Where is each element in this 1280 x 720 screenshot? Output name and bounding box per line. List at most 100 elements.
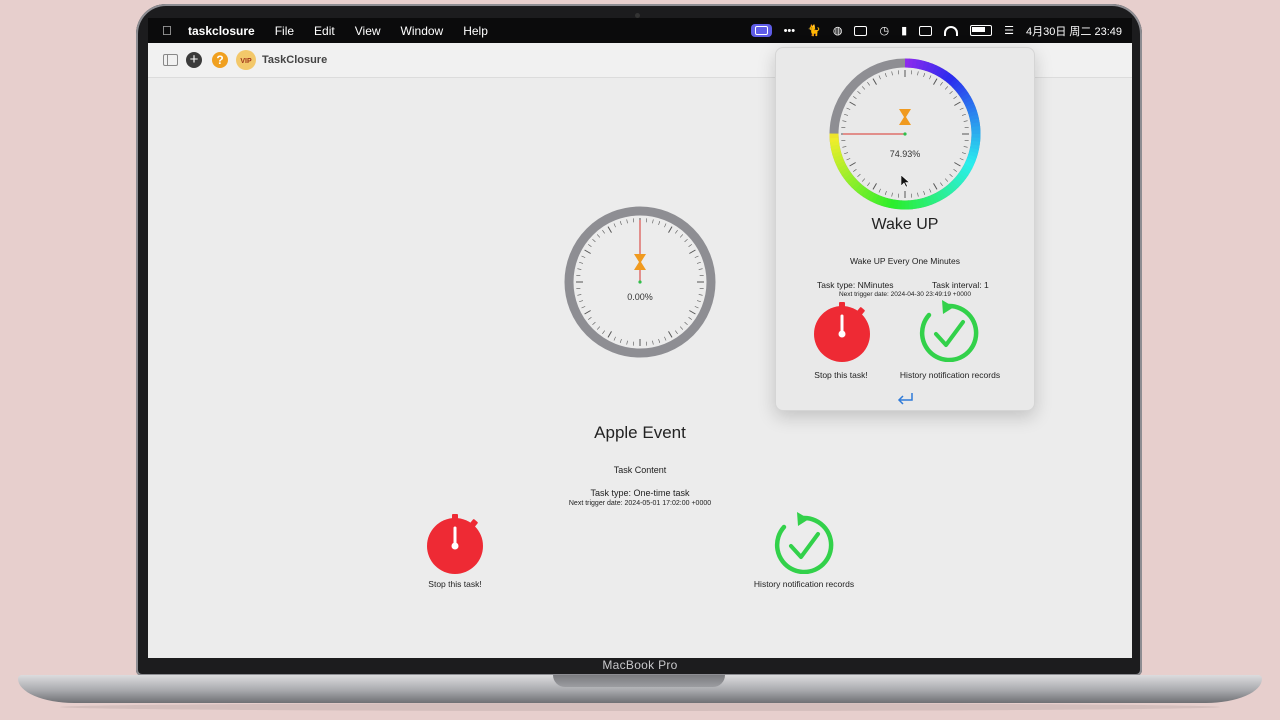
gauge-tick xyxy=(842,120,847,122)
gauge-tick xyxy=(929,75,932,80)
mouse-cursor-icon xyxy=(901,175,910,188)
gauge-tick xyxy=(849,101,856,106)
progress-gauge: 0.00% xyxy=(564,206,716,358)
gauge-tick xyxy=(584,249,591,254)
gauge-tick xyxy=(867,82,870,86)
task-title: Apple Event xyxy=(594,423,686,442)
popover-task-type: Task type: NMinutes xyxy=(817,280,894,290)
cat-icon[interactable]: 🐈 xyxy=(807,24,821,37)
gauge-tick xyxy=(857,173,861,178)
stop-task-label[interactable]: Stop this task! xyxy=(402,579,508,589)
gauge-tick xyxy=(696,300,701,303)
gauge-tick xyxy=(846,107,851,110)
gauge-tick xyxy=(602,330,605,334)
gauge-tick xyxy=(689,310,696,315)
menu-view[interactable]: View xyxy=(355,24,381,38)
menu-help[interactable]: Help xyxy=(463,24,488,38)
gauge-tick xyxy=(581,255,586,258)
popover-next-trigger-date: Next trigger date: 2024-04-30 23:49:19 +… xyxy=(838,291,972,298)
globe-icon[interactable]: ◍ xyxy=(833,24,843,37)
gauge-tick xyxy=(602,230,605,234)
gauge-tick xyxy=(698,268,703,270)
apple-menu-icon[interactable]:  xyxy=(162,23,172,38)
gauge-tick xyxy=(688,244,692,247)
gauge-tick xyxy=(954,101,961,106)
popover-stop-task-button[interactable] xyxy=(813,302,871,362)
gauge-tick xyxy=(944,178,949,182)
gauge-tick xyxy=(923,190,926,195)
help-button[interactable]: ? xyxy=(212,52,228,68)
next-trigger-date: Next trigger date: 2024-05-01 17:02:00 +… xyxy=(568,500,712,507)
screens-icon[interactable] xyxy=(919,25,933,36)
gauge-tick xyxy=(959,107,964,110)
history-records-button[interactable] xyxy=(774,512,834,574)
vip-badge-icon[interactable]: VIP xyxy=(236,50,256,70)
gauge-tick xyxy=(684,238,688,243)
display-icon[interactable] xyxy=(854,25,868,36)
gauge-tick xyxy=(679,326,684,330)
gauge-tick xyxy=(891,192,893,197)
battery-icon[interactable] xyxy=(970,25,993,36)
more-icon[interactable]: ••• xyxy=(784,25,796,37)
gauge-tick xyxy=(961,152,966,155)
clipboard-icon[interactable]: ▮ xyxy=(901,24,907,37)
gauge-tick xyxy=(867,182,870,186)
gauge-tick xyxy=(619,338,622,343)
gauge-tick xyxy=(588,317,592,320)
wifi-icon[interactable] xyxy=(944,25,959,36)
gauge-tick xyxy=(679,234,684,238)
menu-file[interactable]: File xyxy=(275,24,294,38)
progress-percent: 0.00% xyxy=(627,292,653,302)
device-label: MacBook Pro xyxy=(602,658,678,672)
gauge-tick xyxy=(878,75,881,80)
time-machine-icon[interactable]: ◷ xyxy=(879,24,889,37)
menubar-popover: 74.93% Wake UP Wake UP Every One Minutes… xyxy=(775,47,1035,411)
gauge-tick xyxy=(613,336,616,341)
gauge-tick xyxy=(696,261,701,264)
menu-app-name[interactable]: taskclosure xyxy=(188,24,255,38)
task-content: Task Content xyxy=(613,465,667,475)
gauge-tick xyxy=(658,338,661,343)
gauge-tick xyxy=(929,188,932,193)
popover-progress-percent: 74.93% xyxy=(890,149,921,159)
taskclosure-status-icon[interactable] xyxy=(750,24,772,37)
menubar-clock[interactable]: 4月30日 周二 23:49 xyxy=(1026,23,1122,39)
gauge-tick xyxy=(849,162,856,167)
history-records-label[interactable]: History notification records xyxy=(728,579,880,589)
gauge-tick xyxy=(664,223,667,228)
gauge-tick xyxy=(844,152,849,155)
gauge-tick xyxy=(688,317,692,320)
add-task-button[interactable]: + xyxy=(186,52,202,68)
gauge-tick xyxy=(596,326,601,330)
gauge-tick xyxy=(689,249,696,254)
gauge-tick xyxy=(940,182,943,186)
laptop-notch xyxy=(553,675,725,687)
gauge-tick xyxy=(853,169,857,172)
menu-window[interactable]: Window xyxy=(401,24,444,38)
gauge-tick xyxy=(694,306,699,309)
gauge-tick xyxy=(607,331,612,338)
gauge-tick xyxy=(884,73,887,78)
gauge-tick xyxy=(652,340,654,345)
menu-edit[interactable]: Edit xyxy=(314,24,335,38)
hourglass-icon xyxy=(634,254,646,270)
gauge-tick xyxy=(954,162,961,167)
popover-history-records-label[interactable]: History notification records xyxy=(880,370,1020,380)
sidebar-toggle-icon[interactable] xyxy=(163,54,178,66)
popover-stop-task-label[interactable]: Stop this task! xyxy=(796,370,886,380)
gauge-tick xyxy=(626,219,628,224)
popover-history-records-button[interactable] xyxy=(919,300,979,362)
gauge-tick xyxy=(579,261,584,264)
control-center-icon[interactable]: ☰ xyxy=(1004,24,1014,37)
gauge-tick xyxy=(668,226,673,233)
gauge-tick xyxy=(872,78,877,85)
gauge-tick xyxy=(675,230,678,234)
gauge-tick xyxy=(684,321,688,326)
toolbar-title: TaskClosure xyxy=(262,54,328,66)
return-icon[interactable] xyxy=(896,392,914,406)
gauge-tick xyxy=(963,120,968,122)
stop-task-button[interactable] xyxy=(426,514,484,574)
gauge-tick xyxy=(853,96,857,99)
gauge-tick xyxy=(917,71,919,76)
gauge-tick xyxy=(857,90,861,95)
